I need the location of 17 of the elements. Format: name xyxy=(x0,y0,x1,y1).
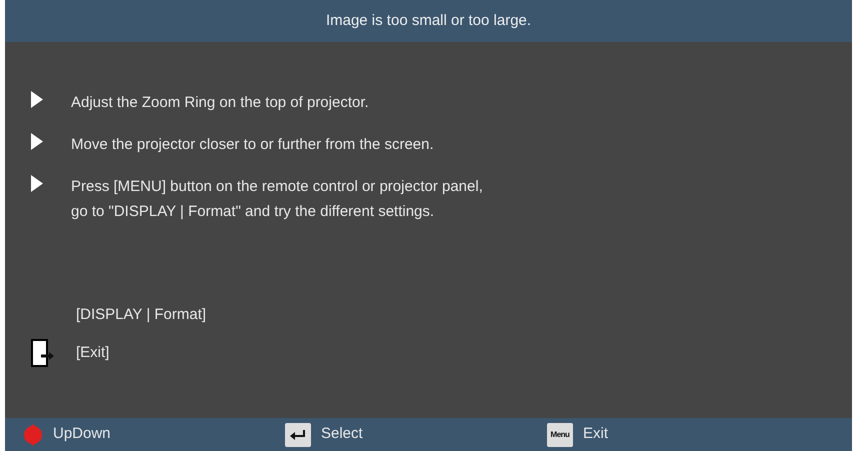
menu-key: Menu xyxy=(547,422,573,446)
exit-option[interactable]: [Exit] xyxy=(76,342,110,364)
up-down-icon xyxy=(23,424,43,446)
footer-hint: UpDown xyxy=(53,424,111,444)
triangle-icon xyxy=(31,133,43,150)
tip-text: go to "DISPLAY | Format" and try the different settings. xyxy=(71,202,436,222)
triangle-icon xyxy=(31,91,43,108)
tip-text: Press [MENU] button on the remote control or projector panel, xyxy=(71,177,483,197)
tip-text: Move the projector closer to or further from the screen. xyxy=(71,135,434,155)
footer-hint: Exit xyxy=(583,424,608,444)
window-title: Image is too small or too large. xyxy=(326,10,532,31)
tip-text: Adjust the Zoom Ring on the top of projector. xyxy=(71,93,369,113)
enter-key-icon xyxy=(285,422,311,446)
menu-option[interactable]: [DISPLAY | Format] xyxy=(76,304,206,326)
footer-hint: Select xyxy=(321,424,363,444)
triangle-icon xyxy=(31,175,43,192)
exit-door-icon xyxy=(31,339,55,367)
